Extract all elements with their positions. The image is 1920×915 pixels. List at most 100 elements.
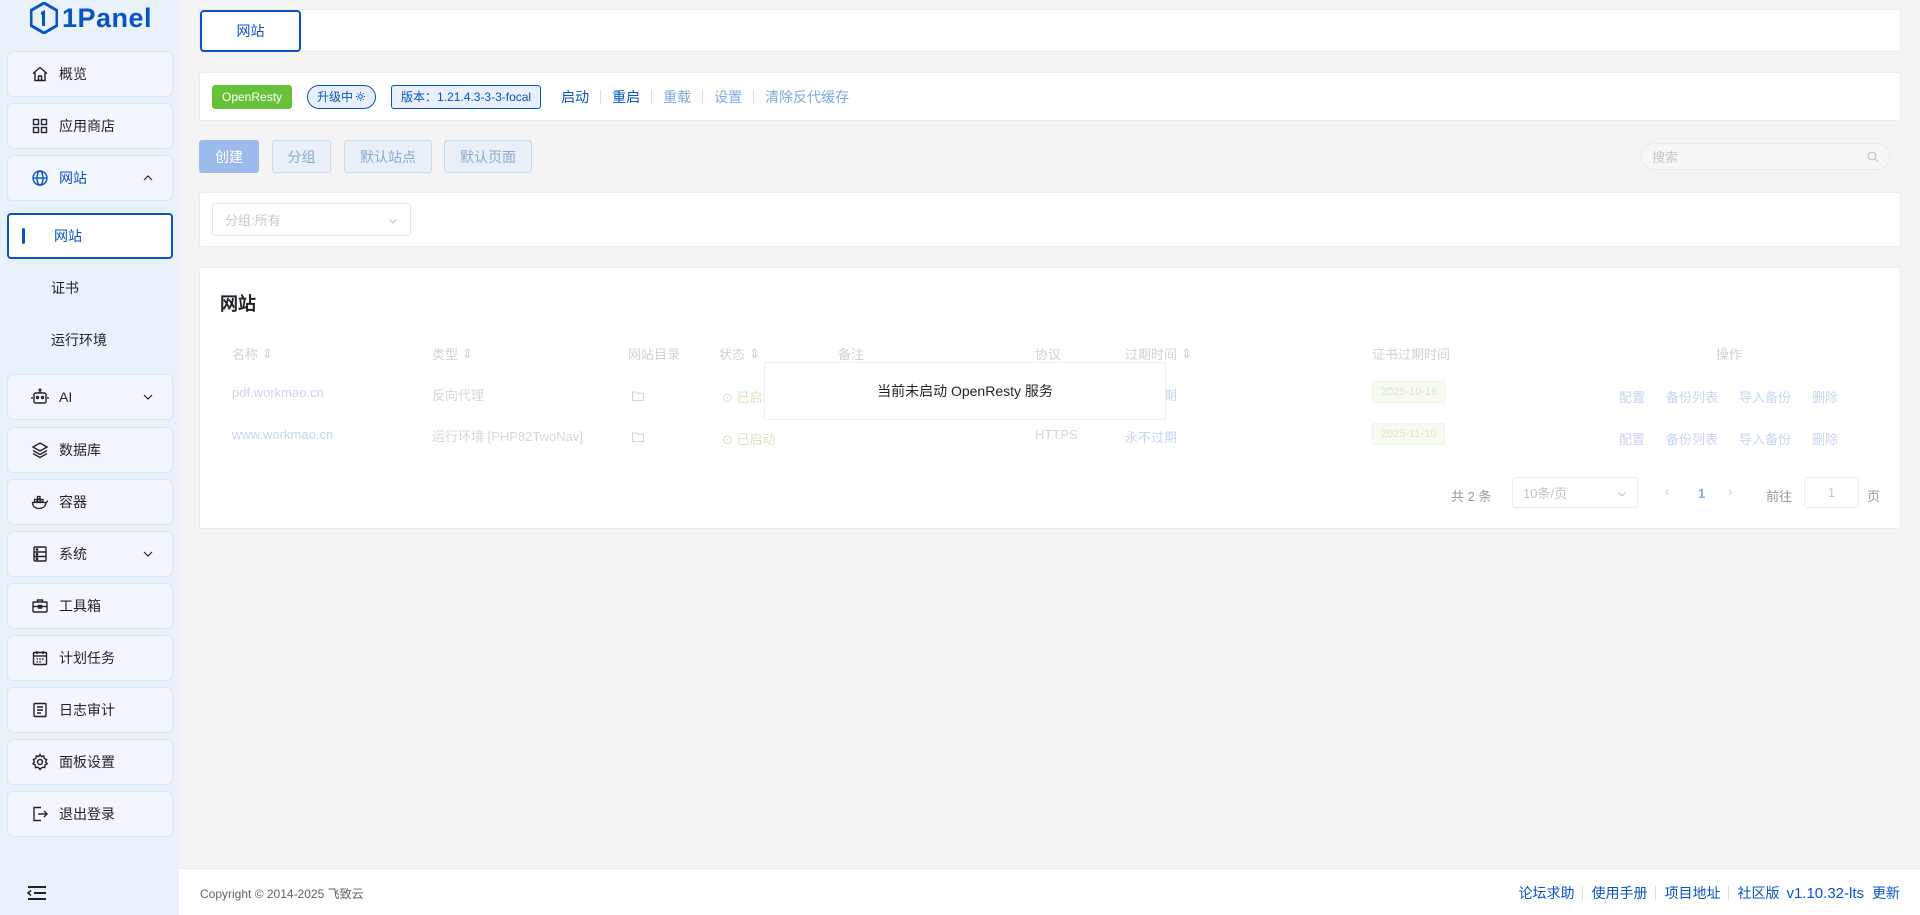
version-text: v1.10.32-lts [1786,884,1864,902]
nav-overview[interactable]: 概览 [7,51,173,97]
delete-link[interactable]: 删除 [1812,429,1838,448]
nav-logout[interactable]: 退出登录 [7,791,173,837]
prev-page-icon[interactable]: ‹ [1665,484,1669,499]
default-page-button[interactable]: 默认页面 [444,140,532,173]
column-label: 操作 [1716,347,1743,362]
config-link[interactable]: 配置 [1619,429,1645,448]
nav-label: 系统 [59,546,87,562]
chevron-down-icon [143,394,153,400]
nav-website[interactable]: 网站 [7,155,173,201]
openresty-status-bar: OpenResty 升级中 版本：1.21.4.3-3-3-focal 启动 重… [199,72,1901,121]
nav-ai[interactable]: AI [7,374,173,420]
goto-page-input[interactable]: 1 [1804,477,1859,508]
column-header-name[interactable]: 名称 ⇕ [232,344,273,363]
page-number-current[interactable]: 1 [1698,486,1705,501]
clear-proxy-cache-button[interactable]: 清除反代缓存 [765,87,849,107]
project-link[interactable]: 项目地址 [1664,883,1720,903]
nav-logs[interactable]: 日志审计 [7,687,173,733]
site-protocol: HTTPS [1035,427,1078,442]
page-size-value: 10条/页 [1523,486,1568,501]
expire-date[interactable]: 永不过期 [1125,427,1177,446]
nav-settings[interactable]: 面板设置 [7,739,173,785]
goto-label: 前往 [1766,489,1793,504]
pagination-total: 共 2 条 [1451,489,1492,504]
page-size-select[interactable]: 10条/页 [1512,477,1638,508]
folder-icon[interactable] [632,391,644,401]
backup-list-link[interactable]: 备份列表 [1666,429,1718,448]
default-site-button[interactable]: 默认站点 [344,140,432,173]
subnav-website[interactable]: 网站 [7,213,173,259]
column-header-type[interactable]: 类型 ⇕ [432,344,473,363]
table-title: 网站 [220,294,256,314]
delete-link[interactable]: 删除 [1812,387,1838,406]
subnav-certificate[interactable]: 证书 [7,265,173,311]
site-name-link[interactable]: www.workmao.cn [232,427,333,442]
chevron-up-icon [143,175,153,181]
restart-button[interactable]: 重启 [612,87,640,107]
home-icon [32,66,48,82]
menu-collapse-icon[interactable] [26,884,48,902]
import-backup-link[interactable]: 导入备份 [1739,387,1791,406]
nav-label: 面板设置 [59,754,115,770]
folder-icon[interactable] [632,432,644,442]
config-link[interactable]: 配置 [1619,387,1645,406]
nav-label: 退出登录 [59,806,115,822]
loading-gear-icon [355,91,366,102]
logo-text: 1Panel [62,2,153,33]
grid-icon [32,118,48,134]
manual-link[interactable]: 使用手册 [1591,883,1647,903]
tab-website[interactable]: 网站 [200,10,301,52]
settings-button[interactable]: 设置 [714,87,742,107]
nav-container[interactable]: 容器 [7,479,173,525]
subnav-label: 网站 [54,228,82,244]
group-button[interactable]: 分组 [272,140,331,173]
sort-icon: ⇕ [749,345,760,361]
backup-list-link[interactable]: 备份列表 [1666,387,1718,406]
logout-icon [33,806,48,822]
group-filter-select[interactable]: 分组:所有 [212,203,411,236]
site-name-link[interactable]: pdf.workmao.cn [232,385,324,400]
log-icon [33,702,47,718]
page-suffix-label: 页 [1867,489,1881,504]
create-button[interactable]: 创建 [199,140,259,173]
filter-card: 分组:所有 [199,192,1901,247]
status-label: 已启动 [736,432,776,447]
reload-button[interactable]: 重载 [663,87,691,107]
nav-toolbox[interactable]: 工具箱 [7,583,173,629]
layers-icon [31,442,49,459]
column-header-dir: 网站目录 [628,344,680,363]
import-backup-link[interactable]: 导入备份 [1739,429,1791,448]
update-link[interactable]: 更新 [1872,883,1900,903]
logo[interactable]: 1Panel [30,2,152,34]
nav-label: 日志审计 [59,702,115,718]
nav-database[interactable]: 数据库 [7,427,173,473]
column-header-status[interactable]: 状态 ⇕ [719,344,760,363]
nav-label: 数据库 [59,442,101,458]
community-edition-link[interactable]: 社区版 [1737,883,1779,903]
toolbox-icon [32,599,48,613]
forum-link[interactable]: 论坛求助 [1518,883,1574,903]
nav-cron[interactable]: 计划任务 [7,635,173,681]
column-header-actions: 操作 [1716,344,1742,363]
subnav-runtime[interactable]: 运行环境 [7,317,173,363]
subnav-label: 运行环境 [51,332,107,348]
column-label: 名称 [232,347,259,362]
docker-icon [31,495,49,510]
play-icon: ⊙ [722,432,737,447]
nav-label: 应用商店 [59,118,115,134]
search-input[interactable]: 搜索 [1641,143,1890,170]
robot-icon [31,388,49,404]
sort-icon: ⇕ [262,345,273,361]
sort-icon: ⇕ [1181,345,1192,361]
next-page-icon[interactable]: › [1728,484,1732,499]
nav-system[interactable]: 系统 [7,531,173,577]
site-status[interactable]: ⊙ 已启动 [722,429,776,448]
column-header-expire[interactable]: 过期时间 ⇕ [1125,344,1192,363]
app-name-tag: OpenResty [212,84,293,109]
cert-expire-tag: 2025-11-10 [1372,423,1446,445]
column-label: 证书过期时间 [1372,347,1451,362]
nav-appstore[interactable]: 应用商店 [7,103,173,149]
start-button[interactable]: 启动 [561,87,589,107]
tab-bar: 网站 [199,9,1901,52]
nav-label: AI [59,389,73,405]
